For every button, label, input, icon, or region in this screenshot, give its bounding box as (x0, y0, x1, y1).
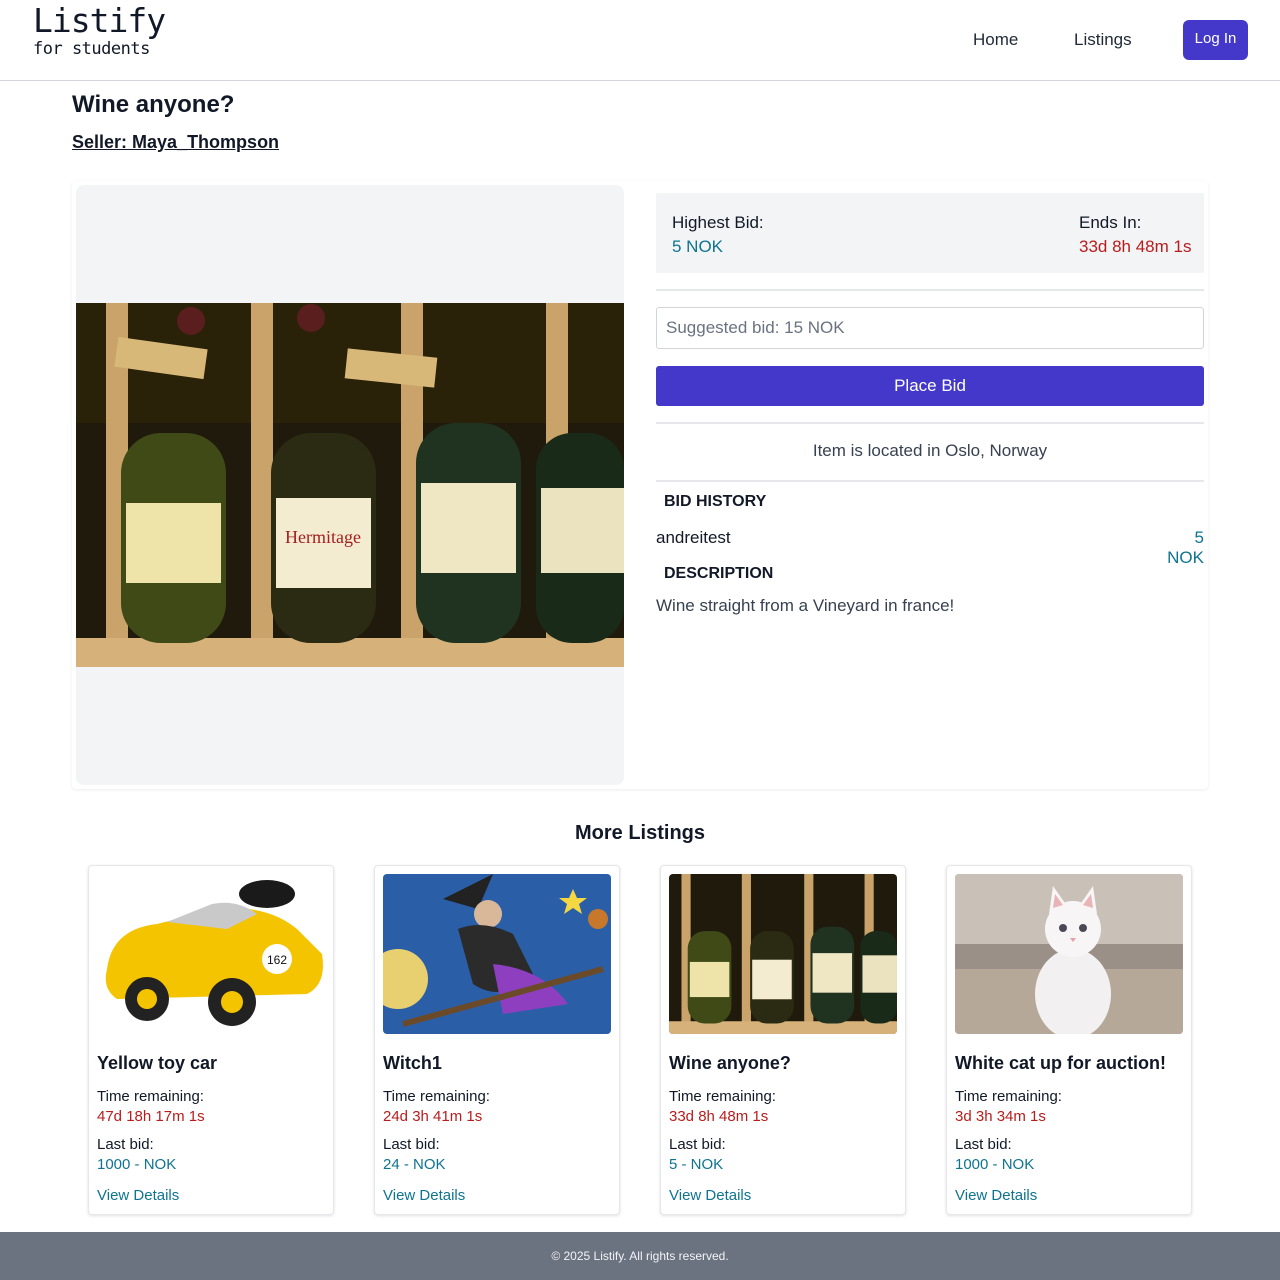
time-remaining-label: Time remaining: (669, 1088, 776, 1105)
site-header: Listify for students Home Listings Log I… (0, 0, 1280, 81)
place-bid-button[interactable]: Place Bid (656, 366, 1204, 406)
seller-link[interactable]: Seller: Maya_Thompson (72, 132, 279, 153)
view-details-link[interactable]: View Details (955, 1187, 1037, 1204)
highest-bid-label: Highest Bid: (672, 213, 764, 232)
last-bid-label: Last bid: (669, 1136, 726, 1153)
time-remaining-value: 3d 3h 34m 1s (955, 1108, 1046, 1125)
time-remaining-label: Time remaining: (97, 1088, 204, 1105)
ends-in-value: 33d 8h 48m 1s (1079, 237, 1192, 256)
logo-subtitle: for students (33, 39, 150, 59)
ends-in-label: Ends In: (1079, 213, 1142, 232)
logo[interactable]: Listify for students (33, 1, 166, 59)
view-details-link[interactable]: View Details (97, 1187, 179, 1204)
bid-history-amount: 5 NOK (1167, 528, 1204, 567)
more-listings-heading: More Listings (574, 822, 705, 844)
nav-home-link[interactable]: Home (973, 30, 1018, 50)
listing-card[interactable]: Wine anyone? Time remaining: 33d 8h 48m … (660, 865, 906, 1215)
page-title: Wine anyone? (72, 91, 235, 118)
description-heading: DESCRIPTION (664, 565, 774, 582)
wine-bottles-image (669, 874, 897, 1034)
svg-text:162: 162 (267, 953, 287, 967)
listing-card[interactable]: White cat up for auction! Time remaining… (946, 865, 1192, 1215)
svg-text:Hermitage: Hermitage (285, 527, 361, 547)
time-remaining-label: Time remaining: (955, 1088, 1062, 1105)
item-location: Item is located in Oslo, Norway (812, 441, 1048, 460)
view-details-link[interactable]: View Details (383, 1187, 465, 1204)
description-text: Wine straight from a Vineyard in france! (656, 596, 955, 615)
wine-bottles-photo: Hermitage (76, 303, 624, 667)
divider (656, 422, 1204, 424)
white-cat-photo[interactable] (955, 874, 1183, 1034)
login-button[interactable]: Log In (1183, 20, 1248, 60)
last-bid-value: 1000 - NOK (955, 1156, 1035, 1173)
wine-bottles-photo[interactable] (669, 874, 897, 1034)
listing-card[interactable]: Witch1 Time remaining: 24d 3h 41m 1s Las… (374, 865, 620, 1215)
view-details-link[interactable]: View Details (669, 1187, 751, 1204)
yellow-toy-car-photo[interactable]: 162 (97, 874, 325, 1034)
bid-history-heading: BID HISTORY (664, 493, 767, 510)
yellow-toy-car-image: 162 (97, 874, 325, 1034)
time-remaining-value: 47d 18h 17m 1s (97, 1108, 205, 1125)
listing-detail-card: Hermitage Highest Bid: 5 NOK Ends In: 33… (72, 181, 1208, 789)
last-bid-label: Last bid: (383, 1136, 440, 1153)
last-bid-value: 1000 - NOK (97, 1156, 177, 1173)
logo-title: Listify (33, 1, 166, 40)
bid-history-user: andreitest (656, 528, 731, 547)
nav-listings-link[interactable]: Listings (1074, 30, 1132, 50)
time-remaining-value: 33d 8h 48m 1s (669, 1108, 769, 1125)
listing-card[interactable]: 162 Yellow toy car Time remaining: 47d 1… (88, 865, 334, 1215)
time-remaining-label: Time remaining: (383, 1088, 490, 1105)
listing-card-title: Yellow toy car (97, 1053, 218, 1073)
divider (656, 480, 1204, 482)
bid-summary-box: Highest Bid: 5 NOK Ends In: 33d 8h 48m 1… (656, 193, 1204, 273)
divider (656, 289, 1204, 291)
time-remaining-value: 24d 3h 41m 1s (383, 1108, 483, 1125)
listing-card-title: Wine anyone? (669, 1053, 791, 1073)
last-bid-value: 24 - NOK (383, 1156, 446, 1173)
witch-illustration[interactable] (383, 874, 611, 1034)
site-footer: © 2025 Listify. All rights reserved. (0, 1232, 1280, 1280)
last-bid-value: 5 - NOK (669, 1156, 724, 1173)
listing-image-panel: Hermitage (76, 185, 624, 785)
highest-bid-value: 5 NOK (672, 237, 724, 256)
bid-amount-input[interactable] (656, 307, 1204, 349)
white-cat-image (955, 874, 1183, 1034)
last-bid-label: Last bid: (97, 1136, 154, 1153)
witch-image (383, 874, 611, 1034)
last-bid-label: Last bid: (955, 1136, 1012, 1153)
listing-card-title: White cat up for auction! (955, 1053, 1166, 1073)
listing-card-title: Witch1 (383, 1053, 442, 1073)
